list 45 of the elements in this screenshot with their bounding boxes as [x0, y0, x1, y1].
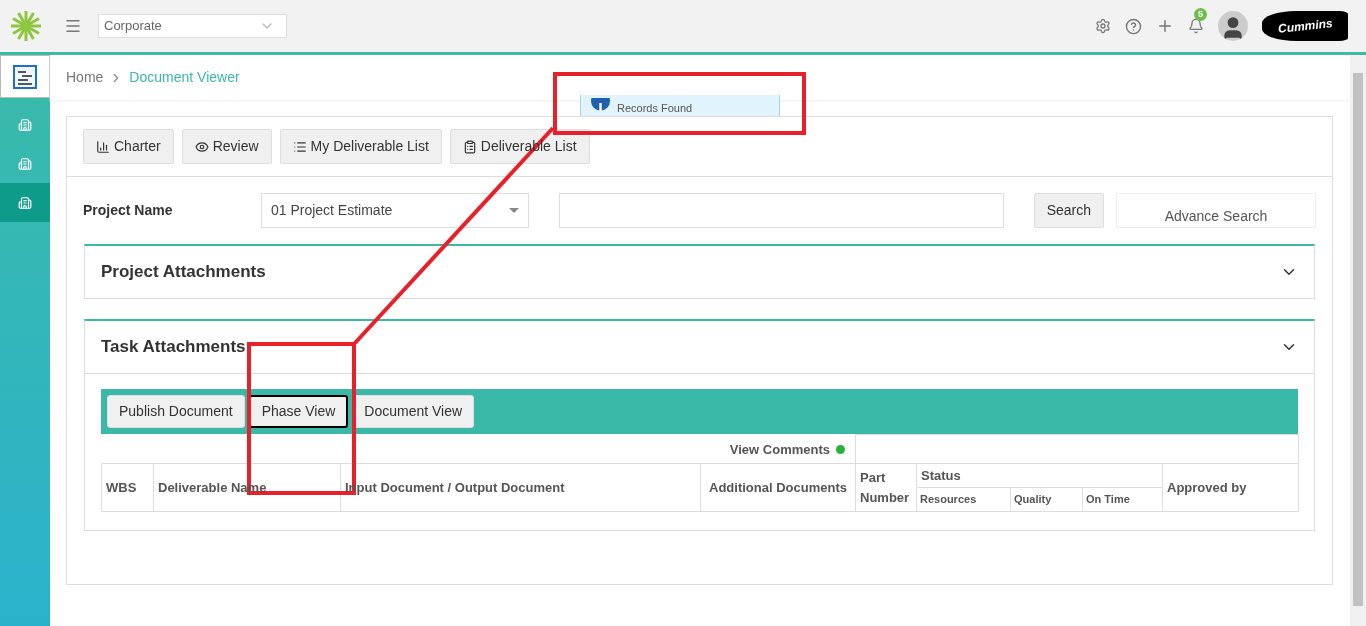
callout-inset: Records Found [580, 95, 780, 116]
advance-search-button[interactable]: Advance Search [1116, 193, 1316, 228]
building-icon [18, 156, 32, 171]
section-title[interactable]: Task Attachments [101, 334, 246, 360]
clipboard-icon [462, 139, 477, 154]
plus-icon[interactable] [1156, 17, 1174, 35]
building-icon [18, 195, 32, 210]
help-icon[interactable] [1125, 17, 1142, 35]
view-button[interactable]: Phase View [248, 395, 349, 428]
document-icon[interactable] [13, 64, 37, 89]
column-header: Approved by [1162, 463, 1299, 512]
view-button[interactable]: Publish Document [107, 395, 245, 428]
view-comments-label[interactable]: View Comments [729, 441, 830, 457]
column-header: Part Number [860, 470, 910, 505]
caret-icon [508, 208, 519, 213]
info-icon [591, 98, 610, 111]
breadcrumb-link[interactable]: Home [66, 67, 104, 88]
toolbar-button[interactable]: My Deliverable List [279, 129, 442, 164]
company-logo: Cummins [1262, 11, 1348, 41]
avatar-icon[interactable] [1218, 11, 1248, 41]
menu-icon[interactable] [64, 17, 82, 35]
breadcrumb-current: Document Viewer [129, 68, 240, 87]
column-header: Resources [916, 487, 1011, 512]
org-select[interactable]: Corporate [98, 14, 287, 38]
column-header: Quality [1010, 487, 1083, 512]
search-button[interactable]: Search [1033, 193, 1105, 228]
section-title[interactable]: Project Attachments [101, 259, 266, 285]
toolbar-button[interactable]: Charter [83, 129, 174, 164]
project-select[interactable]: 01 Project Estimate [260, 193, 529, 228]
toolbar-button[interactable]: Review [181, 129, 272, 164]
building-icon [18, 117, 32, 132]
search-field[interactable] [558, 193, 1004, 228]
column-header: Status [916, 463, 1163, 488]
chart-icon [96, 139, 110, 154]
field-label: Project Name [83, 201, 174, 220]
list-icon [292, 139, 307, 154]
column-header: WBS [106, 479, 137, 495]
scrollbar[interactable] [1350, 55, 1366, 626]
notification-badge: 5 [1194, 8, 1207, 21]
logo-icon [10, 10, 42, 42]
eye-icon [194, 139, 209, 154]
bell-icon[interactable] [1188, 18, 1204, 34]
column-header: Additional Documents [709, 479, 847, 495]
settings-icon[interactable] [1095, 18, 1111, 34]
sidebar-item[interactable] [0, 183, 50, 222]
